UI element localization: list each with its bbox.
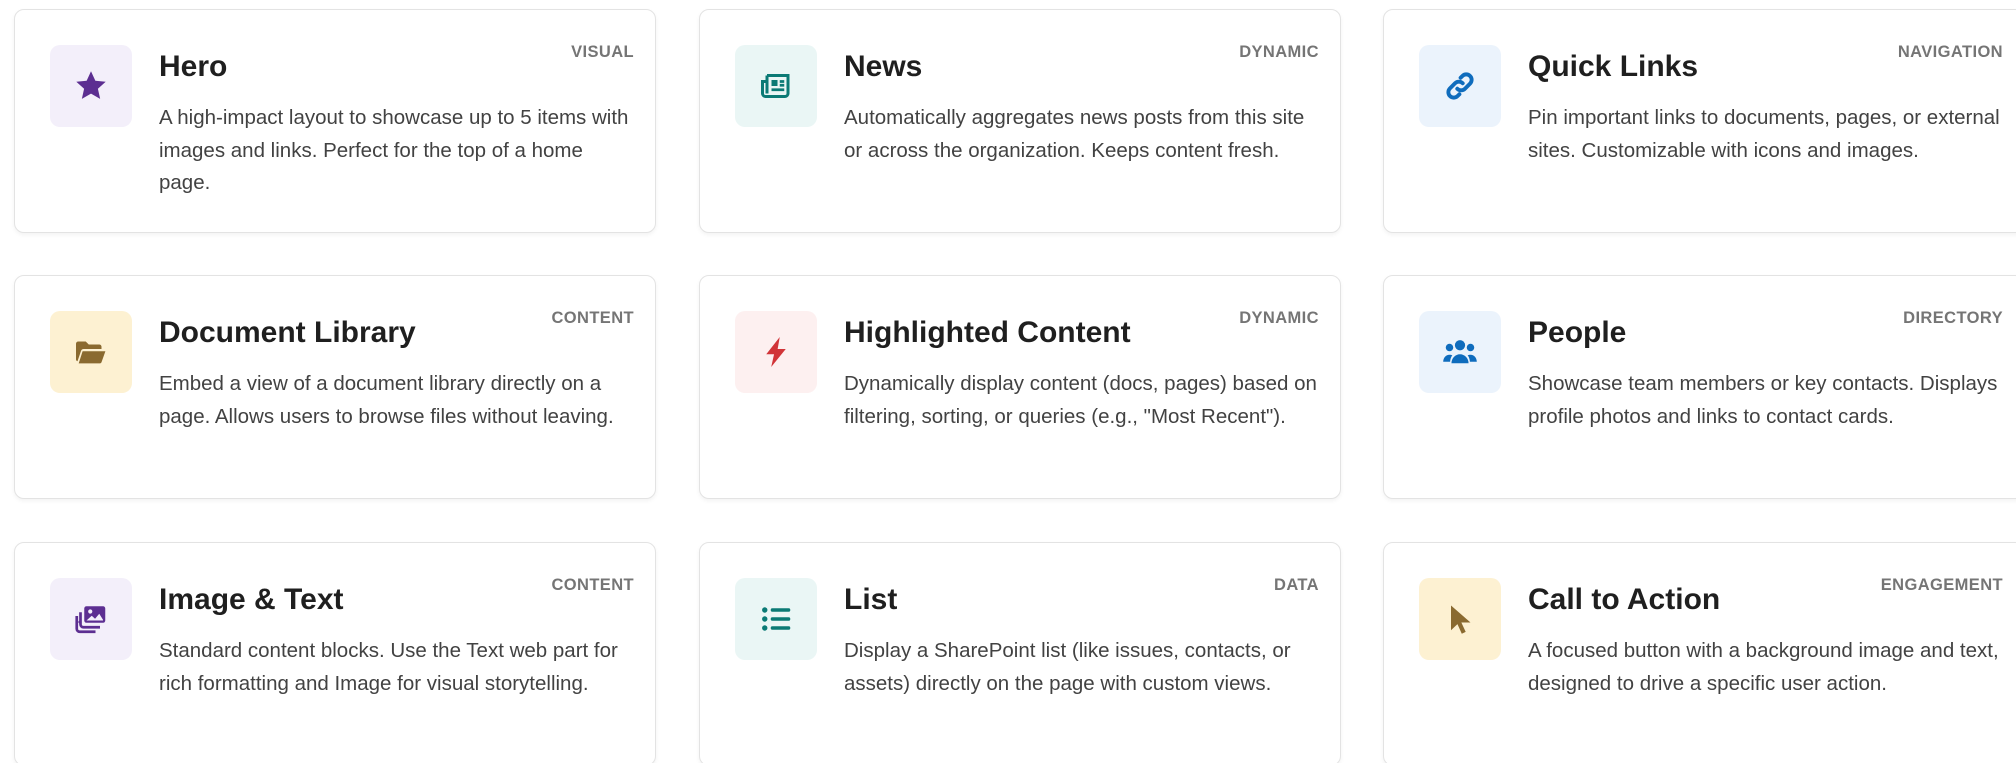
icon-tile	[50, 311, 132, 393]
category-badge: DYNAMIC	[1239, 43, 1319, 61]
icon-tile	[1419, 45, 1501, 127]
star-icon	[76, 71, 106, 99]
category-badge: CONTENT	[551, 309, 634, 327]
folder-open-icon	[76, 341, 106, 364]
card-news[interactable]: News DYNAMIC Automatically aggregates ne…	[699, 9, 1341, 233]
photo-gallery-icon	[75, 606, 106, 634]
web-part-grid: Hero VISUAL A high-impact layout to show…	[0, 0, 2016, 763]
link-icon	[1446, 72, 1474, 100]
card-description: A focused button with a background image…	[1528, 639, 1999, 695]
card-title: Highlighted Content	[844, 316, 1131, 349]
icon-tile	[735, 311, 817, 393]
card-title: News	[844, 50, 923, 83]
card-description: A high-impact layout to showcase up to 5…	[159, 106, 629, 194]
category-badge: ENGAGEMENT	[1880, 576, 2003, 594]
category-badge: DYNAMIC	[1239, 309, 1319, 327]
icon-tile	[1419, 578, 1501, 660]
card-document-library[interactable]: Document Library CONTENT Embed a view of…	[14, 275, 656, 499]
people-icon	[1443, 340, 1477, 364]
card-description: Dynamically display content (docs, pages…	[844, 372, 1317, 428]
card-title: Call to Action	[1528, 583, 1721, 616]
card-title: List	[844, 583, 898, 616]
card-description: Embed a view of a document library direc…	[159, 372, 614, 428]
category-badge: CONTENT	[551, 576, 634, 594]
card-title: Image & Text	[159, 583, 344, 616]
icon-tile	[735, 45, 817, 127]
icon-tile	[735, 578, 817, 660]
category-badge: DATA	[1274, 576, 1319, 594]
card-list[interactable]: List DATA Display a SharePoint list (lik…	[699, 542, 1341, 763]
icon-tile	[1419, 311, 1501, 393]
card-people[interactable]: People DIRECTORY Showcase team members o…	[1383, 275, 2016, 499]
category-badge: DIRECTORY	[1903, 309, 2003, 327]
card-description: Pin important links to documents, pages,…	[1528, 106, 2000, 162]
card-hero[interactable]: Hero VISUAL A high-impact layout to show…	[14, 9, 656, 233]
card-description: Automatically aggregates news posts from…	[844, 106, 1305, 162]
card-highlighted-content[interactable]: Highlighted Content DYNAMIC Dynamically …	[699, 275, 1341, 499]
cursor-pointer-icon	[1451, 605, 1471, 634]
card-title: People	[1528, 316, 1627, 349]
card-quick-links[interactable]: Quick Links NAVIGATION Pin important lin…	[1383, 9, 2016, 233]
category-badge: VISUAL	[571, 43, 634, 61]
lightning-bolt-icon	[766, 337, 786, 367]
card-title: Document Library	[159, 316, 416, 349]
card-description: Display a SharePoint list (like issues, …	[844, 639, 1291, 695]
card-call-to-action[interactable]: Call to Action ENGAGEMENT A focused butt…	[1383, 542, 2016, 763]
card-title: Hero	[159, 50, 228, 83]
list-icon	[762, 607, 791, 631]
card-description: Standard content blocks. Use the Text we…	[159, 639, 618, 695]
card-title: Quick Links	[1528, 50, 1699, 83]
card-image-and-text[interactable]: Image & Text CONTENT Standard content bl…	[14, 542, 656, 763]
category-badge: NAVIGATION	[1897, 43, 2003, 61]
icon-tile	[50, 45, 132, 127]
card-description: Showcase team members or key contacts. D…	[1528, 372, 1998, 428]
newspaper-icon	[761, 74, 790, 98]
icon-tile	[50, 578, 132, 660]
